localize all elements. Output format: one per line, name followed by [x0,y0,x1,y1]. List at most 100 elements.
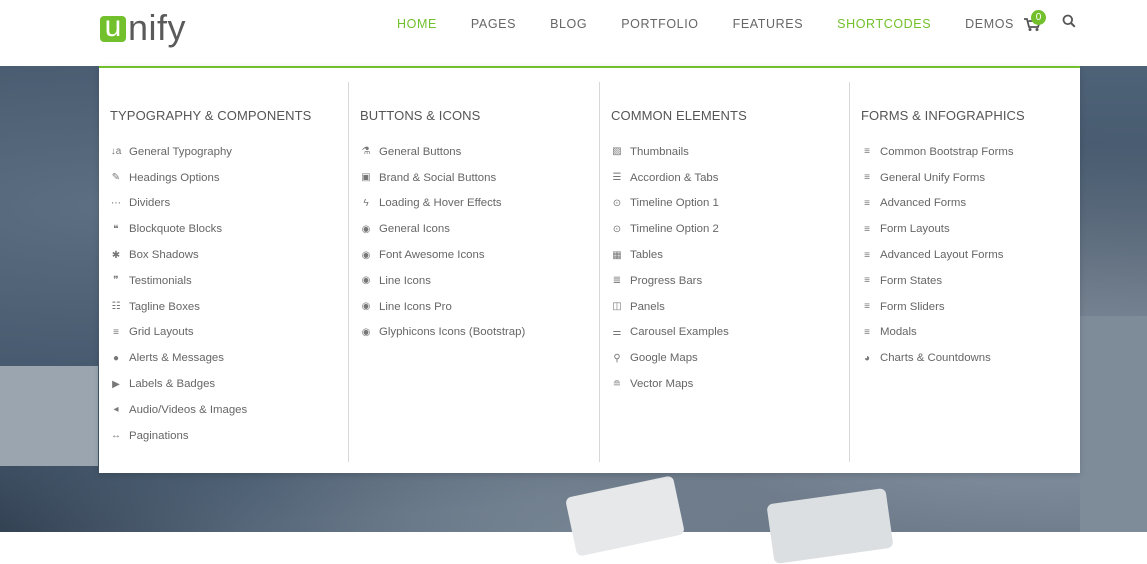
align-left-icon: ≣ [612,275,622,287]
asterisk-icon: ✱ [111,249,121,261]
comments-icon: ❞ [113,275,119,287]
menu-item[interactable]: ◕ Charts & Countdowns [861,345,1014,371]
nav-item-pages[interactable]: PAGES [454,17,533,31]
menu-item-label: Form Layouts [880,223,950,236]
menu-item-label: Paginations [129,429,189,442]
menu-item[interactable]: ◉ Line Icons [360,268,525,294]
tablet-shape [564,475,686,557]
bars-icon: ≡ [864,275,870,287]
menu-item[interactable]: ☷ Tagline Boxes [110,294,247,320]
chevron-circle-icon: ◉ [361,249,371,261]
menu-item[interactable]: ❞ Testimonials [110,268,247,294]
menu-item[interactable]: ✱ Box Shadows [110,242,247,268]
menu-item[interactable]: ≡ General Unify Forms [861,165,1014,191]
menu-item-label: Box Shadows [129,249,199,262]
column-title: COMMON ELEMENTS [611,108,747,123]
chevron-circle-icon: ◉ [361,326,371,338]
menu-item[interactable]: ≡ Form Layouts [861,216,1014,242]
menu-item[interactable]: ≡ Form Sliders [861,294,1014,320]
menu-list: ↓a General Typography ✎ Headings Options ⋯ Di… [110,139,247,449]
nav-item-portfolio[interactable]: PORTFOLIO [604,17,715,31]
menu-item-label: Accordion & Tabs [630,171,719,184]
html5-icon: ▣ [361,172,371,184]
flask-icon: ⚗ [361,146,371,158]
menu-item[interactable]: ⋯ Dividers [110,191,247,217]
menu-item[interactable]: ▨ Thumbnails [611,139,729,165]
menu-item[interactable]: ≡ Grid Layouts [110,320,247,346]
menu-item[interactable]: ▶ Labels & Badges [110,371,247,397]
search-button[interactable] [1062,14,1076,28]
menu-item-label: Audio/Videos & Images [129,403,248,416]
shortcodes-mega-menu: TYPOGRAPHY & COMPONENTS ↓a General Typogr… [99,66,1080,473]
menu-list: ≡ Common Bootstrap Forms ≡ General Unify Fo… [861,139,1014,371]
chevron-circle-icon: ◉ [361,275,371,287]
menu-item-label: Panels [630,300,665,313]
menu-item-label: Form Sliders [880,300,945,313]
menu-item[interactable]: ⊙ Timeline Option 1 [611,191,729,217]
bars-icon: ≡ [864,249,870,261]
menu-item-label: General Unify Forms [880,171,986,184]
menu-item[interactable]: ◫ Panels [611,294,729,320]
menu-item[interactable]: ◉ General Icons [360,216,525,242]
list-alt-icon: ☷ [111,301,121,313]
menu-item-label: Charts & Countdowns [880,352,991,365]
monitor-shape [0,366,98,466]
menu-item[interactable]: ☰ Accordion & Tabs [611,165,729,191]
menu-item[interactable]: ▦ Tables [611,242,729,268]
menu-item-label: Line Icons Pro [379,300,452,313]
ellipsis-icon: ⋯ [111,197,121,209]
person-shape [1080,316,1147,532]
menu-item[interactable]: ≡ Advanced Forms [861,191,1014,217]
menu-item[interactable]: ⚗ General Buttons [360,139,525,165]
menu-list: ▨ Thumbnails ☰ Accordion & Tabs ⊙ Timeline Op… [611,139,729,397]
menu-item[interactable]: ϟ Loading & Hover Effects [360,191,525,217]
menu-item[interactable]: ⊙ Timeline Option 2 [611,216,729,242]
menu-item-label: Labels & Badges [129,378,216,391]
cart-button[interactable]: 0 [1023,10,1046,32]
menu-item[interactable]: ❝ Blockquote Blocks [110,216,247,242]
menu-item[interactable]: ↓a General Typography [110,139,247,165]
chevron-circle-icon: ◉ [361,223,371,235]
menu-item-label: General Icons [379,223,450,236]
list-ol-icon: ☰ [612,172,622,184]
volume-icon: ◂ [113,404,119,416]
menu-item[interactable]: ◉ Line Icons Pro [360,294,525,320]
menu-item[interactable]: ≡ Advanced Layout Forms [861,242,1014,268]
menu-item-label: Alerts & Messages [129,352,224,365]
menu-item[interactable]: ✎ Headings Options [110,165,247,191]
menu-item[interactable]: ↔ Paginations [110,423,247,449]
menu-item[interactable]: ▣ Brand & Social Buttons [360,165,525,191]
sort-icon: ↓a [110,146,122,158]
menu-item[interactable]: ⚌ Carousel Examples [611,320,729,346]
menu-item-label: Line Icons [379,274,431,287]
menu-item[interactable]: ● Alerts & Messages [110,345,247,371]
nav-item-features[interactable]: FEATURES [716,17,821,31]
menu-item[interactable]: ≘ Vector Maps [611,371,729,397]
nav-item-blog[interactable]: BLOG [533,17,604,31]
menu-column-buttons: BUTTONS & ICONS ⚗ General Buttons ▣ Brand &… [348,82,599,462]
dot-circle-icon: ⊙ [612,197,622,209]
menu-item[interactable]: ≣ Progress Bars [611,268,729,294]
dot-circle-icon: ⊙ [612,223,622,235]
menu-item-label: Headings Options [129,171,220,184]
menu-item-label: Grid Layouts [129,326,194,339]
unify-logo[interactable]: u nify [100,6,186,46]
menu-item[interactable]: ◂ Audio/Videos & Images [110,397,247,423]
menu-item[interactable]: ≡ Form States [861,268,1014,294]
menu-item-label: Thumbnails [630,145,689,158]
menu-item[interactable]: ⚲ Google Maps [611,345,729,371]
menu-item[interactable]: ◉ Glyphicons Icons (Bootstrap) [360,320,526,346]
menu-item-label: Font Awesome Icons [379,249,485,262]
menu-item-label: Progress Bars [630,274,703,287]
pie-chart-icon: ◕ [863,352,871,364]
menu-item[interactable]: ≡ Common Bootstrap Forms [861,139,1013,165]
menu-item-label: Blockquote Blocks [129,223,223,236]
nav-item-home[interactable]: HOME [380,17,454,31]
nav-item-shortcodes[interactable]: SHORTCODES [820,17,948,31]
menu-item[interactable]: ≡ Modals [861,320,1014,346]
nav-item-demos[interactable]: DEMOS [948,17,1031,31]
sliders-icon: ⚌ [612,326,622,338]
cart-count-badge: 0 [1031,10,1046,25]
menu-item[interactable]: ◉ Font Awesome Icons [360,242,525,268]
menu-item-label: Modals [880,326,917,339]
